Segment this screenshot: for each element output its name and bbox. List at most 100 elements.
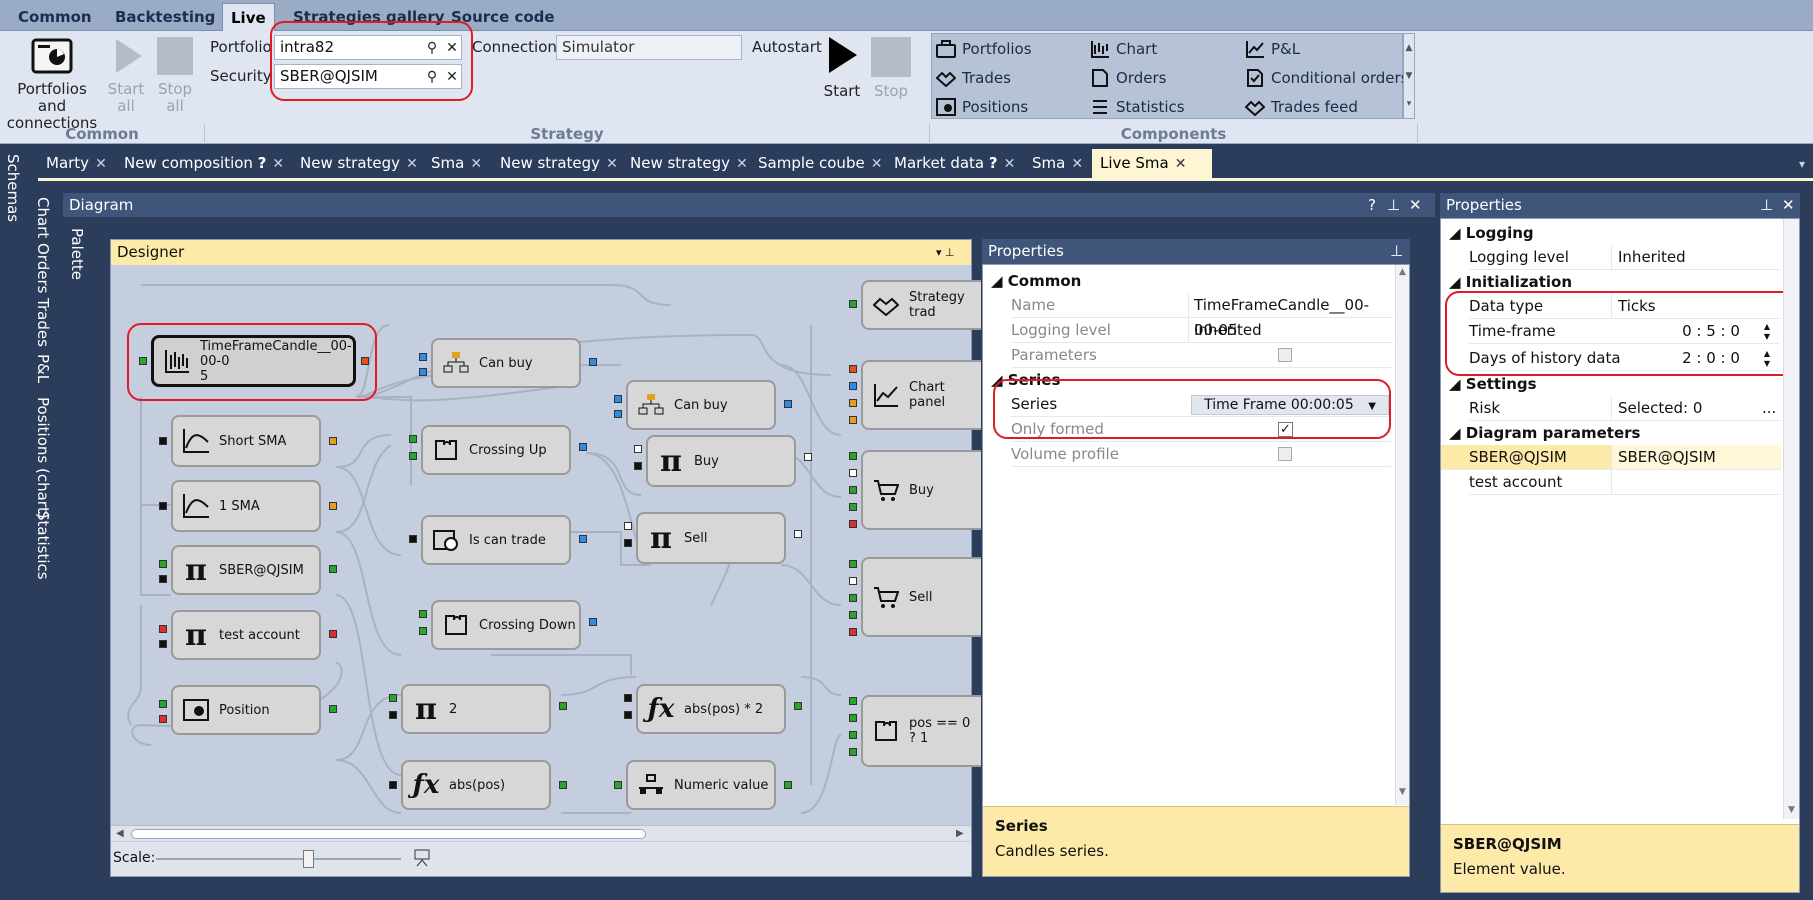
socket-out[interactable] bbox=[579, 443, 587, 451]
schemas-side-tab[interactable]: Schemas bbox=[4, 154, 22, 222]
tab-live[interactable]: Live bbox=[222, 3, 275, 31]
socket-in[interactable] bbox=[849, 416, 857, 424]
components-scroll[interactable]: ▲ ▼ ▾ bbox=[1403, 33, 1415, 119]
socket-in[interactable] bbox=[409, 435, 417, 443]
close-icon[interactable]: ✕ bbox=[272, 156, 284, 172]
timeframe-value[interactable]: 0 : 5 : 0 bbox=[1671, 319, 1751, 344]
node-can-buy-1[interactable]: Can buy bbox=[431, 338, 581, 388]
palette-side-tab[interactable]: Palette bbox=[68, 228, 86, 280]
doc-tab[interactable]: Sma ✕ bbox=[1024, 149, 1083, 178]
doc-tab[interactable]: New strategy ✕ bbox=[292, 149, 418, 178]
risk-more-button[interactable]: ... bbox=[1762, 396, 1776, 421]
socket-in[interactable] bbox=[849, 714, 857, 722]
socket-out[interactable] bbox=[784, 400, 792, 408]
only-formed-checkbox[interactable]: ✓ bbox=[1278, 422, 1293, 437]
socket-out[interactable] bbox=[784, 781, 792, 789]
node-is-can-trade[interactable]: Is can trade bbox=[421, 515, 571, 565]
close-icon[interactable]: ✕ bbox=[1782, 193, 1795, 217]
prop-risk-value[interactable]: Selected: 0... bbox=[1611, 396, 1781, 421]
side-tab-pnl[interactable]: P&L bbox=[34, 354, 52, 383]
socket-out[interactable] bbox=[589, 618, 597, 626]
socket-in[interactable] bbox=[409, 535, 417, 543]
socket-in[interactable] bbox=[849, 503, 857, 511]
close-icon[interactable]: ✕ bbox=[406, 156, 418, 172]
scale-slider-thumb[interactable] bbox=[303, 850, 314, 868]
properties-scrollbar[interactable]: ▲ ▼ bbox=[1395, 265, 1409, 805]
node-abs-pos-2[interactable]: ƒx abs(pos) * 2 bbox=[636, 684, 786, 734]
socket-out[interactable] bbox=[579, 535, 587, 543]
socket-in[interactable] bbox=[419, 353, 427, 361]
component-conditional-orders[interactable]: Conditional orders bbox=[1245, 67, 1409, 89]
node-abs-pos[interactable]: ƒx abs(pos) bbox=[401, 760, 551, 810]
close-icon[interactable]: ✕ bbox=[1071, 156, 1083, 172]
designer-canvas[interactable]: Designer ▾ ⊥ TimeFrameCandle__00-00-0 5 … bbox=[110, 239, 981, 877]
socket-in[interactable] bbox=[389, 711, 397, 719]
tab-strategies-gallery[interactable]: Strategies gallery bbox=[285, 3, 453, 31]
socket-in[interactable] bbox=[614, 410, 622, 418]
socket-in[interactable] bbox=[389, 694, 397, 702]
socket-out[interactable] bbox=[329, 502, 337, 510]
scale-slider-track[interactable] bbox=[156, 858, 401, 860]
node-sell-pi[interactable]: π Sell bbox=[636, 512, 786, 564]
node-numeric-value[interactable]: Numeric value bbox=[626, 760, 776, 810]
component-pnl[interactable]: P&L bbox=[1245, 38, 1300, 60]
category-diagram-parameters[interactable]: ◢ Diagram parameters bbox=[1441, 421, 1781, 445]
doc-tab[interactable]: New strategy ✕ bbox=[492, 149, 618, 178]
close-icon[interactable]: ✕ bbox=[1409, 193, 1422, 217]
prop-name-value[interactable]: TimeFrameCandle__00-00-05 bbox=[1188, 293, 1393, 339]
socket-in[interactable] bbox=[419, 368, 427, 376]
side-tab-positions-chart[interactable]: Positions (chart) bbox=[34, 397, 52, 519]
socket-in[interactable] bbox=[159, 437, 167, 445]
node-timeframe-candle[interactable]: TimeFrameCandle__00-00-0 5 bbox=[151, 335, 356, 387]
portfolio-clear-icon[interactable]: ✕ bbox=[443, 38, 461, 58]
socket-in[interactable] bbox=[419, 627, 427, 635]
category-logging[interactable]: ◢ Logging bbox=[1441, 221, 1781, 245]
prop-logging-value[interactable]: Inherited bbox=[1188, 318, 1393, 343]
node-sell[interactable]: Sell bbox=[861, 557, 981, 637]
scroll-left-icon[interactable]: ◀ bbox=[116, 826, 124, 842]
component-positions[interactable]: Positions bbox=[936, 96, 1028, 118]
socket-in[interactable] bbox=[159, 700, 167, 708]
side-tab-trades[interactable]: Trades bbox=[34, 298, 52, 347]
prop-logging-level-value[interactable]: Inherited bbox=[1611, 245, 1781, 270]
category-series[interactable]: ◢ Series bbox=[983, 368, 1393, 392]
close-icon[interactable]: ✕ bbox=[871, 156, 883, 172]
socket-in[interactable] bbox=[624, 522, 632, 530]
close-icon[interactable]: ✕ bbox=[736, 156, 748, 172]
socket-out[interactable] bbox=[329, 630, 337, 638]
node-can-buy-2[interactable]: Can buy bbox=[626, 380, 776, 430]
socket-in[interactable] bbox=[849, 577, 857, 585]
pin-icon[interactable]: ⊥ bbox=[1387, 193, 1400, 217]
socket-out[interactable] bbox=[559, 781, 567, 789]
socket-in[interactable] bbox=[419, 610, 427, 618]
socket-out[interactable] bbox=[559, 702, 567, 710]
node-buy-pi[interactable]: π Buy bbox=[646, 435, 796, 487]
component-trades-feed[interactable]: Trades feed bbox=[1245, 96, 1358, 118]
tab-backtesting[interactable]: Backtesting bbox=[107, 3, 223, 31]
fit-to-screen-icon[interactable] bbox=[413, 848, 431, 868]
socket-in[interactable] bbox=[614, 395, 622, 403]
start-button[interactable]: Start bbox=[820, 83, 864, 100]
horizontal-scrollbar[interactable]: ◀ ▶ bbox=[111, 825, 971, 841]
doc-tab[interactable]: Marty ✕ bbox=[38, 149, 107, 178]
doc-tab[interactable]: Sma ✕ bbox=[423, 149, 482, 178]
portfolios-connections-icon[interactable] bbox=[30, 37, 74, 77]
socket-in[interactable] bbox=[159, 640, 167, 648]
scrollbar-thumb[interactable] bbox=[131, 829, 646, 839]
prop-sber-value[interactable]: SBER@QJSIM bbox=[1611, 445, 1781, 470]
component-orders[interactable]: Orders bbox=[1090, 67, 1166, 89]
node-crossing-down[interactable]: Crossing Down bbox=[431, 600, 581, 650]
socket-in[interactable] bbox=[849, 520, 857, 528]
node-buy[interactable]: Buy bbox=[861, 450, 981, 530]
socket-in[interactable] bbox=[159, 715, 167, 723]
socket-in[interactable] bbox=[849, 469, 857, 477]
node-1-sma[interactable]: 1 SMA bbox=[171, 480, 321, 532]
stop-icon[interactable] bbox=[871, 37, 911, 77]
socket-in[interactable] bbox=[849, 300, 857, 308]
security-clear-icon[interactable]: ✕ bbox=[443, 67, 461, 87]
node-strategy-trades[interactable]: Strategy trad bbox=[861, 280, 981, 330]
doc-tab[interactable]: New strategy ✕ bbox=[622, 149, 748, 178]
socket-in[interactable] bbox=[139, 357, 147, 365]
days-history-value[interactable]: 2 : 0 : 0 bbox=[1671, 346, 1751, 371]
series-dropdown[interactable]: Time Frame 00:00:05 ▼ bbox=[1191, 395, 1389, 415]
